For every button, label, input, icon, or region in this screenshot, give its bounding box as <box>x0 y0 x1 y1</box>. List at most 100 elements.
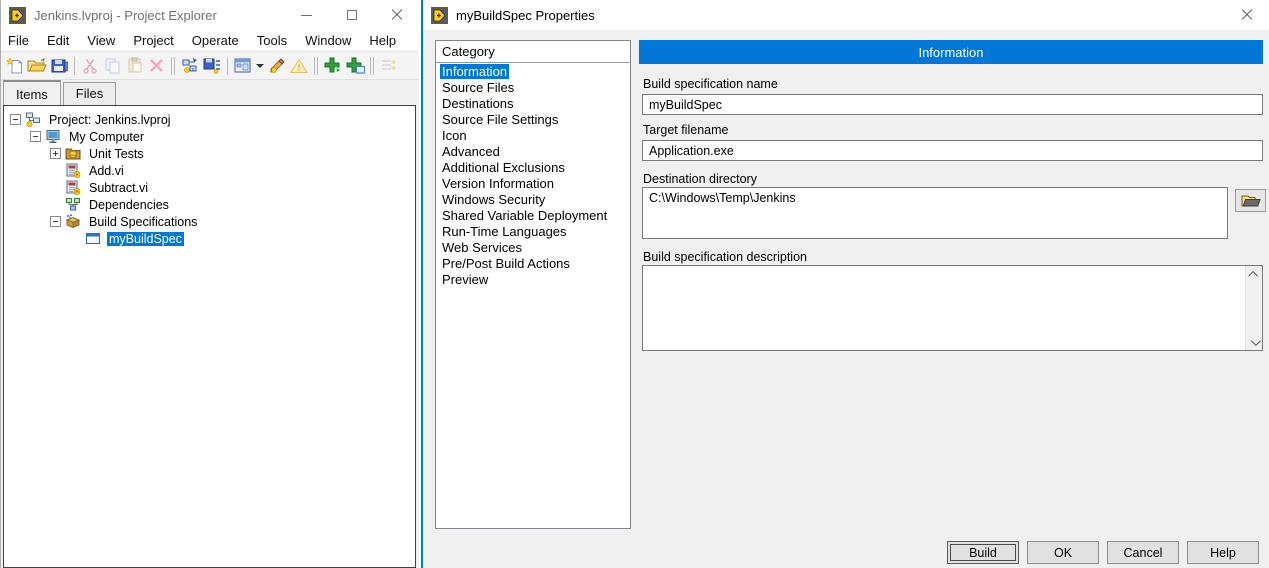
application-icon <box>85 231 101 246</box>
category-item-icon[interactable]: Icon <box>436 128 630 144</box>
window-view-dropdown-icon[interactable] <box>256 64 264 68</box>
category-item-preview[interactable]: Preview <box>436 272 630 288</box>
minimize-button[interactable] <box>284 0 329 30</box>
warning-icon[interactable] <box>288 55 310 77</box>
scroll-up-icon[interactable] <box>1246 266 1263 282</box>
maximize-icon <box>347 10 357 20</box>
cut-icon[interactable] <box>79 55 101 77</box>
save-all-icon[interactable] <box>201 55 223 77</box>
category-item-web-services[interactable]: Web Services <box>436 240 630 256</box>
collapse-expander-icon[interactable] <box>50 216 61 227</box>
close-icon <box>1241 9 1253 21</box>
collapse-expander-icon[interactable] <box>10 114 21 125</box>
category-item-additional-exclusions[interactable]: Additional Exclusions <box>436 160 630 176</box>
vi-file-icon <box>65 163 81 178</box>
explorer-titlebar: Jenkins.lvproj - Project Explorer <box>1 0 419 30</box>
maximize-button[interactable] <box>329 0 374 30</box>
category-item-advanced[interactable]: Advanced <box>436 144 630 160</box>
tree-row-project[interactable]: Project: Jenkins.lvproj <box>4 111 415 128</box>
category-item-run-time-languages[interactable]: Run-Time Languages <box>436 224 630 240</box>
new-file-icon[interactable] <box>4 55 26 77</box>
paste-icon[interactable] <box>123 55 145 77</box>
resolve-conflicts-icon[interactable] <box>179 55 201 77</box>
copy-icon[interactable] <box>101 55 123 77</box>
menu-help[interactable]: Help <box>360 31 405 50</box>
edit-hand-icon[interactable] <box>266 55 288 77</box>
menu-view[interactable]: View <box>78 31 124 50</box>
help-button[interactable]: Help <box>1187 541 1259 564</box>
menu-operate[interactable]: Operate <box>183 31 248 50</box>
tree-row-unit-tests[interactable]: Unit Tests <box>4 145 415 162</box>
category-item-version-information[interactable]: Version Information <box>436 176 630 192</box>
build-specs-icon <box>65 214 81 229</box>
build-button[interactable]: Build <box>947 541 1019 564</box>
menu-tools[interactable]: Tools <box>248 31 296 50</box>
ok-button[interactable]: OK <box>1027 541 1099 564</box>
tab-files[interactable]: Files <box>63 82 116 105</box>
tree-row-build-specifications[interactable]: Build Specifications <box>4 213 415 230</box>
close-icon <box>391 9 403 21</box>
description-text <box>643 266 1245 350</box>
window-view-icon[interactable] <box>232 55 254 77</box>
destination-directory-input[interactable]: C:\Windows\Temp\Jenkins <box>642 187 1228 239</box>
expand-expander-icon[interactable] <box>50 148 61 159</box>
tree-label: Project: Jenkins.lvproj <box>47 113 173 127</box>
vi-file-icon <box>65 180 81 195</box>
folder-icon <box>1241 194 1261 208</box>
tabstrip: Items Files <box>1 80 419 105</box>
tree-label: Add.vi <box>87 164 126 178</box>
category-list-header: Category <box>436 41 630 63</box>
tree-row-mybuildspec[interactable]: myBuildSpec <box>4 230 415 247</box>
build-spec-name-label: Build specification name <box>643 77 778 91</box>
menu-edit[interactable]: Edit <box>38 31 78 50</box>
menu-file[interactable]: File <box>1 31 38 50</box>
tree-label: myBuildSpec <box>107 232 184 246</box>
add-item-icon[interactable] <box>322 55 344 77</box>
description-label: Build specification description <box>643 250 807 264</box>
category-item-information[interactable]: Information <box>436 64 630 80</box>
menu-project[interactable]: Project <box>124 31 182 50</box>
explorer-title: Jenkins.lvproj - Project Explorer <box>34 8 217 23</box>
add-folder-icon[interactable] <box>344 55 366 77</box>
target-filename-input[interactable] <box>642 140 1263 161</box>
menubar: File Edit View Project Operate Tools Win… <box>1 30 419 52</box>
collapse-expander-icon[interactable] <box>30 131 41 142</box>
tree-row-subtract-vi[interactable]: Subtract.vi <box>4 179 415 196</box>
cancel-button[interactable]: Cancel <box>1107 541 1179 564</box>
category-item-source-file-settings[interactable]: Source File Settings <box>436 112 630 128</box>
tree-row-my-computer[interactable]: My Computer <box>4 128 415 145</box>
tree-label: Subtract.vi <box>87 181 150 195</box>
target-filename-label: Target filename <box>643 123 728 137</box>
labview-logo-icon <box>9 7 26 24</box>
scroll-down-icon[interactable] <box>1246 334 1263 350</box>
description-scrollbar[interactable] <box>1245 266 1262 350</box>
tree-row-dependencies[interactable]: Dependencies <box>4 196 415 213</box>
save-icon[interactable] <box>48 55 70 77</box>
dialog-title: myBuildSpec Properties <box>456 8 595 23</box>
category-item-pre-post-build-actions[interactable]: Pre/Post Build Actions <box>436 256 630 272</box>
dialog-close-button[interactable] <box>1224 0 1269 30</box>
tree-label: My Computer <box>67 130 146 144</box>
destination-directory-label: Destination directory <box>643 172 757 186</box>
dependencies-icon <box>65 197 81 212</box>
category-item-source-files[interactable]: Source Files <box>436 80 630 96</box>
category-item-destinations[interactable]: Destinations <box>436 96 630 112</box>
category-listbox: Category Information Source Files Destin… <box>435 40 631 529</box>
tree-label: Dependencies <box>87 198 171 212</box>
browse-folder-button[interactable] <box>1235 189 1266 212</box>
description-input[interactable] <box>642 265 1263 351</box>
project-explorer-window: Jenkins.lvproj - Project Explorer File E… <box>0 0 419 568</box>
tree-row-add-vi[interactable]: Add.vi <box>4 162 415 179</box>
tree-label: Unit Tests <box>87 147 146 161</box>
tab-items[interactable]: Items <box>3 80 61 106</box>
unit-tests-folder-icon <box>65 146 81 161</box>
build-spec-name-input[interactable] <box>642 94 1263 115</box>
dialog-titlebar: myBuildSpec Properties <box>423 0 1269 30</box>
open-folder-icon[interactable] <box>26 55 48 77</box>
close-button[interactable] <box>374 0 419 30</box>
category-item-windows-security[interactable]: Windows Security <box>436 192 630 208</box>
delete-icon[interactable] <box>145 55 167 77</box>
category-item-shared-variable-deployment[interactable]: Shared Variable Deployment <box>436 208 630 224</box>
menu-window[interactable]: Window <box>296 31 360 50</box>
list-partial-icon[interactable] <box>378 55 400 77</box>
